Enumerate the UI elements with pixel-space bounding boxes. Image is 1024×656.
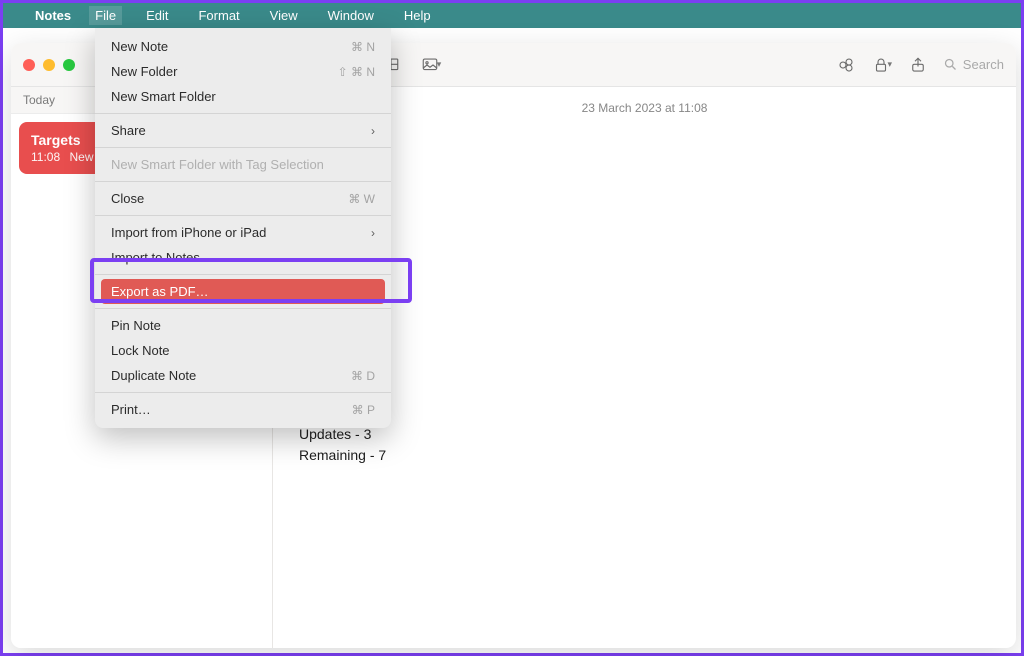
menu-import-notes[interactable]: Import to Notes…	[95, 245, 391, 270]
menu-new-folder[interactable]: New Folder⇧ ⌘ N	[95, 59, 391, 84]
menu-new-smart-folder-tag: New Smart Folder with Tag Selection	[95, 152, 391, 177]
link-icon[interactable]	[835, 54, 857, 76]
menu-separator	[95, 113, 391, 114]
menu-new-note[interactable]: New Note⌘ N	[95, 34, 391, 59]
file-menu-dropdown: New Note⌘ N New Folder⇧ ⌘ N New Smart Fo…	[95, 28, 391, 428]
search-placeholder: Search	[963, 57, 1004, 72]
note-preview: New	[69, 150, 93, 164]
menu-separator	[95, 215, 391, 216]
menu-separator	[95, 274, 391, 275]
share-icon[interactable]	[907, 54, 929, 76]
window-controls	[23, 59, 75, 71]
minimize-window-icon[interactable]	[43, 59, 55, 71]
search-field[interactable]: Search	[943, 57, 1004, 72]
media-icon[interactable]: ▾	[420, 54, 442, 76]
menu-close[interactable]: Close⌘ W	[95, 186, 391, 211]
menu-print[interactable]: Print…⌘ P	[95, 397, 391, 422]
menu-new-smart-folder[interactable]: New Smart Folder	[95, 84, 391, 109]
lock-icon[interactable]: ▾	[871, 54, 893, 76]
body-line: Updates - 3	[299, 424, 990, 445]
menu-export-pdf[interactable]: Export as PDF…	[101, 279, 385, 304]
menu-pin-note[interactable]: Pin Note	[95, 313, 391, 338]
menu-file[interactable]: File	[89, 6, 122, 25]
menu-lock-note[interactable]: Lock Note	[95, 338, 391, 363]
menu-share[interactable]: Share›	[95, 118, 391, 143]
menu-duplicate-note[interactable]: Duplicate Note⌘ D	[95, 363, 391, 388]
menu-window[interactable]: Window	[322, 6, 380, 25]
body-line: New - 4	[299, 403, 990, 424]
datestamp: 23 March 2023 at 11:08	[299, 101, 990, 115]
menu-import-iphone[interactable]: Import from iPhone or iPad›	[95, 220, 391, 245]
app-name[interactable]: Notes	[35, 8, 71, 23]
menu-help[interactable]: Help	[398, 6, 437, 25]
menu-separator	[95, 392, 391, 393]
menubar: Notes File Edit Format View Window Help	[3, 3, 1021, 28]
menu-format[interactable]: Format	[192, 6, 245, 25]
menu-view[interactable]: View	[264, 6, 304, 25]
note-body[interactable]: New - 4 Updates - 3 Remaining - 7	[299, 403, 990, 466]
menu-separator	[95, 147, 391, 148]
maximize-window-icon[interactable]	[63, 59, 75, 71]
menu-separator	[95, 308, 391, 309]
close-window-icon[interactable]	[23, 59, 35, 71]
menu-separator	[95, 181, 391, 182]
note-time: 11:08	[31, 150, 60, 164]
menu-edit[interactable]: Edit	[140, 6, 174, 25]
body-line: Remaining - 7	[299, 445, 990, 466]
